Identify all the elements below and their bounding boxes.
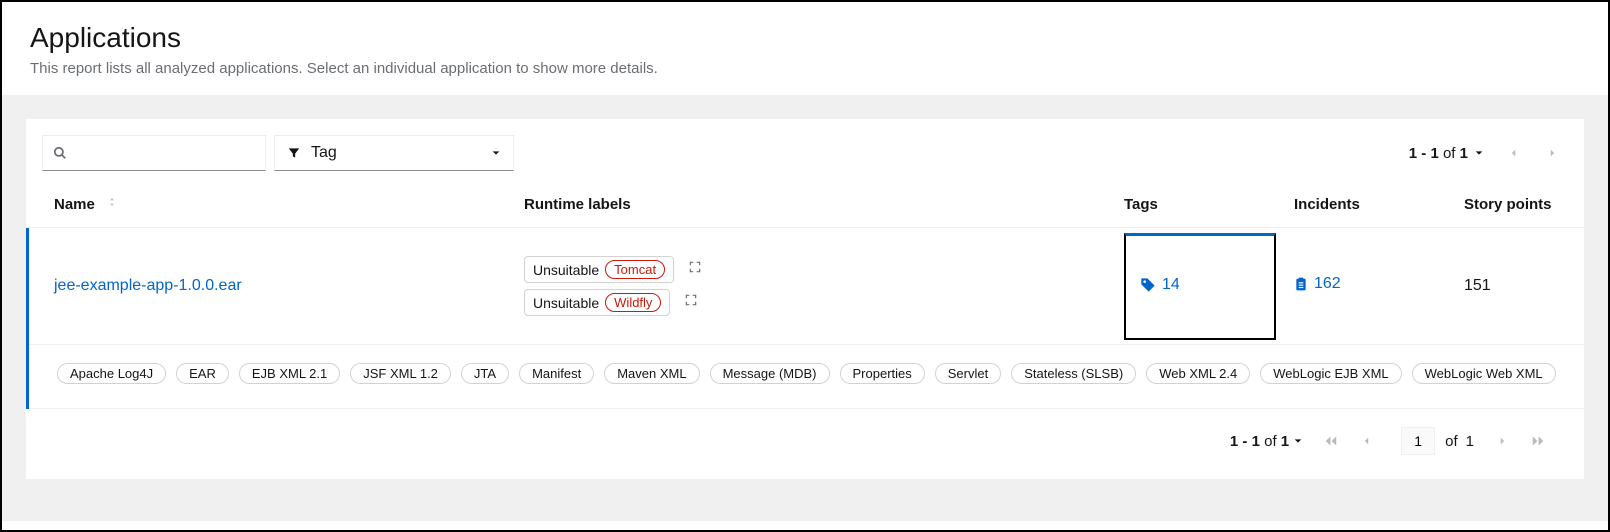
tag-pill: EJB XML 2.1 bbox=[239, 363, 340, 384]
runtime-badge: Wildfly bbox=[605, 293, 661, 312]
caret-down-icon bbox=[1474, 148, 1484, 158]
story-points-value: 151 bbox=[1464, 277, 1491, 294]
runtime-chip: Unsuitable Wildfly bbox=[524, 289, 670, 316]
search-input-wrapper[interactable] bbox=[42, 135, 266, 171]
col-runtime-labels: Runtime labels bbox=[524, 195, 1124, 213]
application-link[interactable]: jee-example-app-1.0.0.ear bbox=[54, 277, 242, 294]
pagination-of: of bbox=[1443, 145, 1456, 162]
search-input[interactable] bbox=[75, 144, 278, 163]
clipboard-icon bbox=[1294, 276, 1308, 292]
col-tags: Tags bbox=[1124, 195, 1294, 213]
tag-pill: Servlet bbox=[935, 363, 1001, 384]
runtime-badge: Tomcat bbox=[605, 260, 665, 279]
chevron-left-icon bbox=[1362, 434, 1372, 448]
next-page-button[interactable] bbox=[1486, 423, 1518, 459]
col-runtime-label: Runtime labels bbox=[524, 196, 631, 213]
tag-pill: JTA bbox=[461, 363, 509, 384]
pagination-range: 1 - 1 bbox=[1409, 145, 1439, 162]
page-subtitle: This report lists all analyzed applicati… bbox=[30, 60, 1580, 77]
pagination-range: 1 - 1 bbox=[1230, 433, 1260, 450]
incidents-count: 162 bbox=[1314, 275, 1341, 293]
table-row: jee-example-app-1.0.0.ear Unsuitable Tom… bbox=[26, 228, 1584, 409]
expand-icon[interactable] bbox=[684, 293, 698, 312]
pagination-of: of bbox=[1264, 433, 1277, 450]
sort-icon bbox=[107, 195, 117, 213]
tag-pill: JSF XML 1.2 bbox=[350, 363, 451, 384]
runtime-chip: Unsuitable Tomcat bbox=[524, 256, 674, 283]
tag-pill: EAR bbox=[176, 363, 229, 384]
pagination-bottom: 1 - 1 of 1 of 1 bbox=[26, 409, 1584, 479]
last-page-button[interactable] bbox=[1522, 423, 1554, 459]
table-header: Name Runtime labels Tags Incidents Story… bbox=[26, 181, 1584, 228]
chevron-right-icon bbox=[1547, 146, 1557, 160]
col-story-points: Story points bbox=[1464, 195, 1584, 213]
tag-pill: Web XML 2.4 bbox=[1146, 363, 1250, 384]
col-incidents: Incidents bbox=[1294, 195, 1464, 213]
first-page-button[interactable] bbox=[1315, 423, 1347, 459]
col-name-label: Name bbox=[54, 196, 95, 213]
chevron-left-icon bbox=[1509, 146, 1519, 160]
runtime-labels-cell: Unsuitable Tomcat Unsuitable Wildfly bbox=[524, 256, 1124, 316]
of-pages-label: of bbox=[1445, 433, 1458, 450]
tag-pill: Maven XML bbox=[604, 363, 699, 384]
filter-dropdown[interactable]: Tag bbox=[274, 135, 514, 171]
tag-pill: Properties bbox=[840, 363, 925, 384]
double-chevron-left-icon bbox=[1324, 434, 1338, 448]
filter-label: Tag bbox=[311, 144, 337, 162]
pagination-total: 1 bbox=[1460, 145, 1468, 162]
prev-page-button[interactable] bbox=[1498, 135, 1530, 171]
col-storypoints-label: Story points bbox=[1464, 196, 1552, 213]
search-icon bbox=[53, 146, 67, 160]
runtime-label-item: Unsuitable Tomcat bbox=[524, 256, 702, 283]
col-name[interactable]: Name bbox=[54, 195, 524, 213]
tag-pill: Apache Log4J bbox=[57, 363, 166, 384]
pagination-top: 1 - 1 of 1 bbox=[1409, 135, 1568, 171]
tags-count: 14 bbox=[1162, 276, 1180, 294]
runtime-status: Unsuitable bbox=[533, 295, 599, 311]
tag-pill: Message (MDB) bbox=[710, 363, 830, 384]
pagination-total: 1 bbox=[1281, 433, 1289, 450]
total-pages: 1 bbox=[1466, 433, 1474, 450]
tags-expanded: Apache Log4J EAR EJB XML 2.1 JSF XML 1.2… bbox=[29, 345, 1584, 409]
runtime-label-item: Unsuitable Wildfly bbox=[524, 289, 698, 316]
prev-page-button[interactable] bbox=[1351, 423, 1383, 459]
expand-icon[interactable] bbox=[688, 260, 702, 279]
chevron-right-icon bbox=[1497, 434, 1507, 448]
col-tags-label: Tags bbox=[1124, 196, 1158, 213]
tag-icon bbox=[1140, 277, 1156, 293]
col-incidents-label: Incidents bbox=[1294, 196, 1360, 213]
tag-pill: WebLogic Web XML bbox=[1412, 363, 1556, 384]
incidents-link[interactable]: 162 bbox=[1294, 275, 1341, 293]
caret-down-icon bbox=[1293, 436, 1303, 446]
toolbar: Tag 1 - 1 of 1 bbox=[26, 119, 1584, 181]
filter-icon bbox=[287, 146, 301, 160]
pagination-options-toggle[interactable] bbox=[1293, 436, 1311, 446]
tag-pill: WebLogic EJB XML bbox=[1260, 363, 1401, 384]
page-title: Applications bbox=[30, 22, 1580, 54]
next-page-button[interactable] bbox=[1536, 135, 1568, 171]
tag-pill: Manifest bbox=[519, 363, 594, 384]
runtime-status: Unsuitable bbox=[533, 262, 599, 278]
page-number-input[interactable] bbox=[1401, 427, 1435, 455]
tags-cell[interactable]: 14 bbox=[1124, 233, 1276, 340]
caret-down-icon bbox=[491, 148, 501, 158]
double-chevron-right-icon bbox=[1531, 434, 1545, 448]
tag-pill: Stateless (SLSB) bbox=[1011, 363, 1136, 384]
pagination-options-toggle[interactable] bbox=[1474, 148, 1492, 158]
